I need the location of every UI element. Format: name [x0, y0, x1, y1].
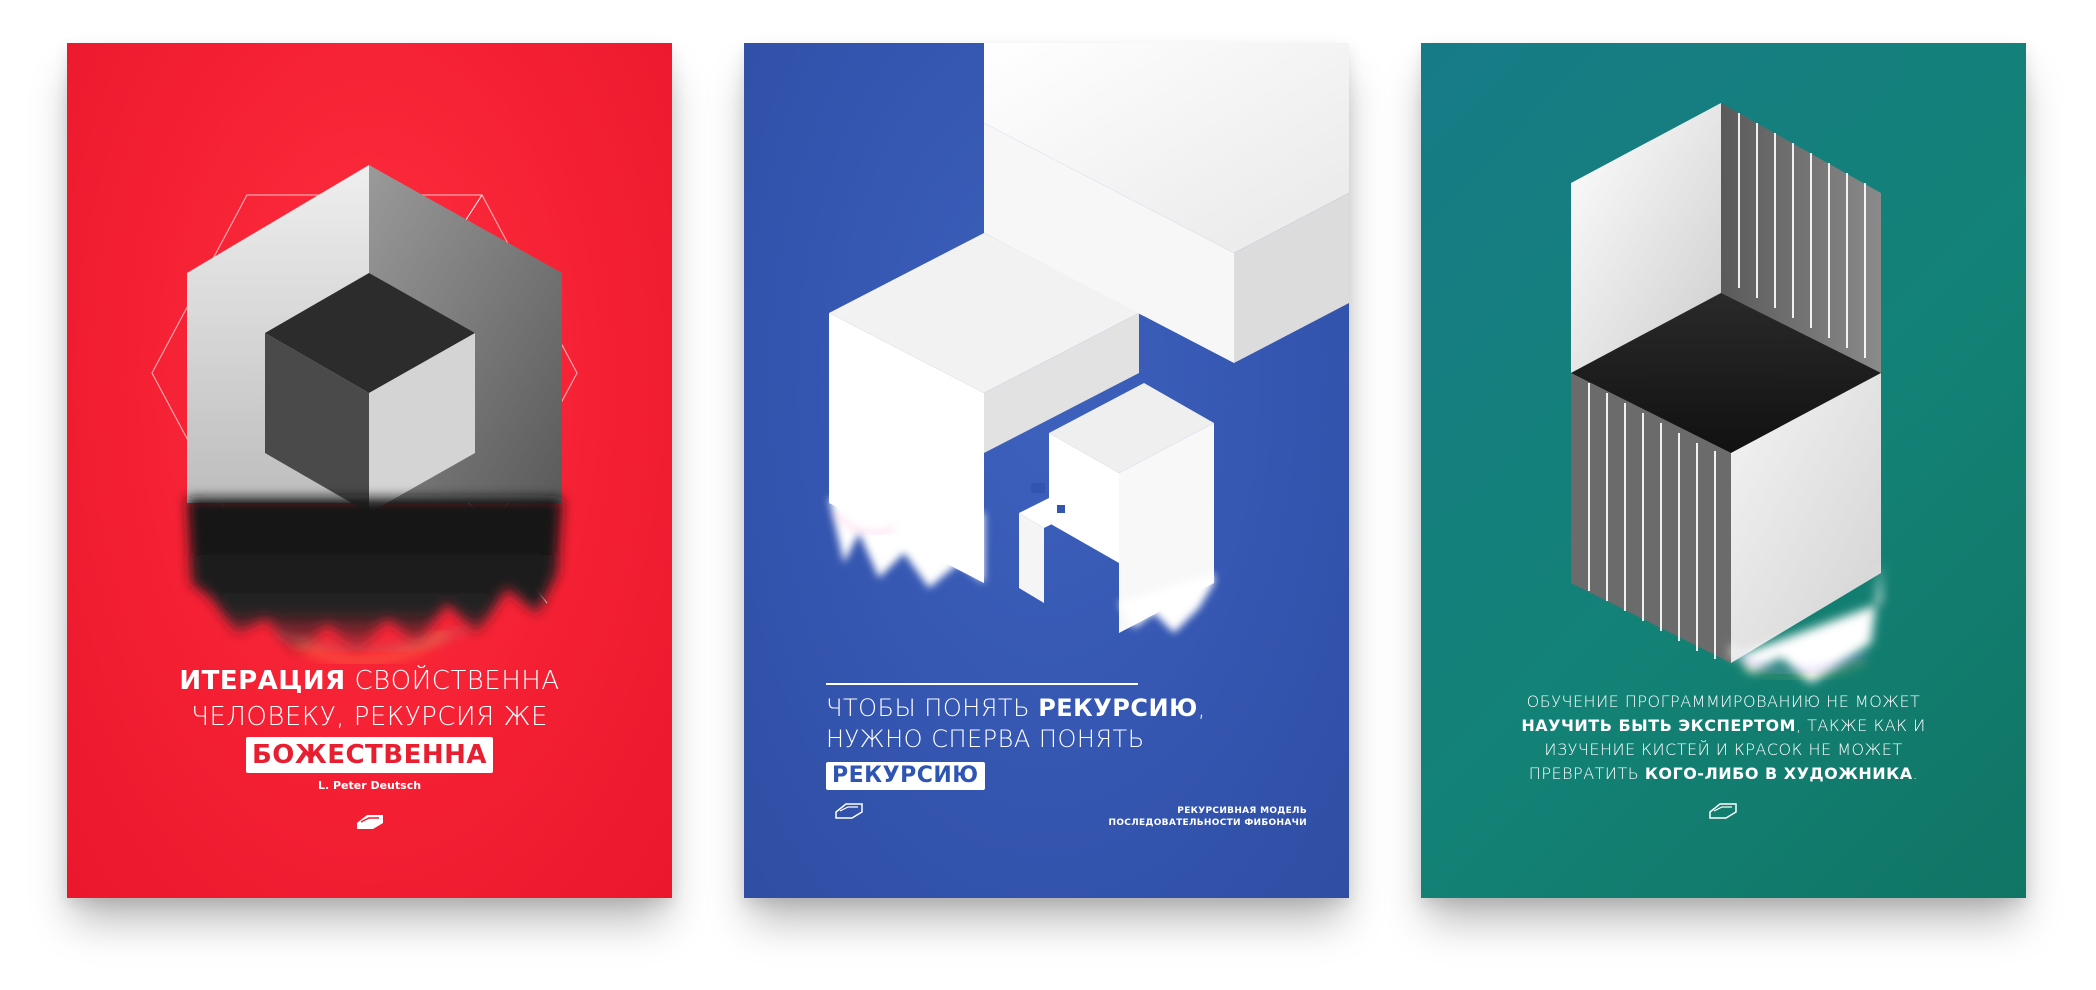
quote-comma: ,	[1197, 694, 1206, 722]
poster-iteration: ИТЕРАЦИЯ СВОЙСТВЕННА ЧЕЛОВЕКУ, РЕКУРСИЯ …	[67, 43, 672, 898]
quote-line1-light: ЧТОБЫ ПОНЯТЬ	[826, 694, 1039, 722]
quote: ОБУЧЕНИЕ ПРОГРАММИРОВАНИЮ НЕ МОЖЕТ НАУЧИ…	[1421, 690, 2026, 786]
studio-logo-icon	[357, 815, 383, 829]
quote-bold-word: ИТЕРАЦИЯ	[179, 666, 346, 696]
quote-line4-light: ПРЕВРАТИТЬ	[1528, 764, 1645, 783]
poster-programming: ОБУЧЕНИЕ ПРОГРАММИРОВАНИЮ НЕ МОЖЕТ НАУЧИ…	[1421, 43, 2026, 898]
quote-bold-phrase-2: КОГО-ЛИБО В ХУДОЖНИКА	[1644, 764, 1913, 783]
quote-line2-rest: , ТАКЖЕ КАК И	[1795, 716, 1926, 735]
caption-line2: ПОСЛЕДОВАТЕЛЬНОСТИ ФИБОНАЧИ	[1108, 818, 1307, 828]
divider-line	[826, 683, 1138, 685]
quote: ИТЕРАЦИЯ СВОЙСТВЕННА ЧЕЛОВЕКУ, РЕКУРСИЯ …	[67, 663, 672, 773]
poster-recursion: ЧТОБЫ ПОНЯТЬ РЕКУРСИЮ, НУЖНО СПЕРВА ПОНЯ…	[744, 43, 1349, 898]
quote-bold-phrase-1: НАУЧИТЬ БЫТЬ ЭКСПЕРТОМ	[1521, 716, 1796, 735]
quote-line2: ЧЕЛОВЕКУ, РЕКУРСИЯ ЖЕ	[191, 702, 548, 732]
caption: РЕКУРСИВНАЯ МОДЕЛЬ ПОСЛЕДОВАТЕЛЬНОСТИ ФИ…	[1109, 805, 1308, 829]
highlight-badge: РЕКУРСИЮ	[826, 762, 985, 790]
quote-line1-rest: СВОЙСТВЕННА	[345, 666, 560, 696]
studio-logo-icon	[1709, 803, 1737, 819]
highlight-badge: БОЖЕСТВЕННА	[245, 737, 494, 773]
quote-line1: ОБУЧЕНИЕ ПРОГРАММИРОВАНИЮ НЕ МОЖЕТ	[1526, 692, 1921, 711]
quote-line2: НУЖНО СПЕРВА ПОНЯТЬ	[826, 725, 1145, 753]
quote-author: L. Peter Deutsch	[317, 779, 422, 792]
quote-bold-word: РЕКУРСИЮ	[1038, 694, 1198, 722]
caption-line1: РЕКУРСИВНАЯ МОДЕЛЬ	[1177, 806, 1307, 816]
quote: ЧТОБЫ ПОНЯТЬ РЕКУРСИЮ, НУЖНО СПЕРВА ПОНЯ…	[826, 693, 1326, 790]
quote-period: .	[1912, 764, 1919, 783]
quote-line3: ИЗУЧЕНИЕ КИСТЕЙ И КРАСОК НЕ МОЖЕТ	[1544, 740, 1903, 759]
studio-logo-icon	[835, 803, 863, 819]
